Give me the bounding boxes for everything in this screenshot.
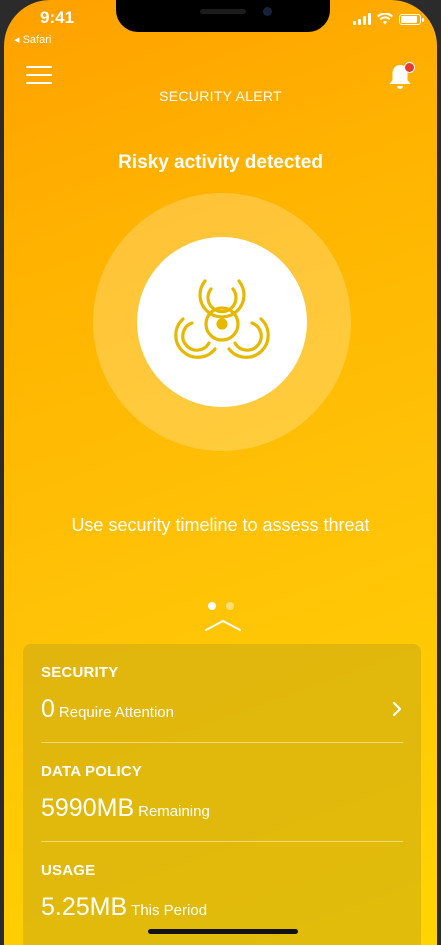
page-dot[interactable] (225, 602, 234, 610)
alert-message: Use security timeline to assess threat (71, 515, 370, 535)
back-to-app-link[interactable]: ◂ Safari (14, 33, 51, 46)
notifications-button[interactable] (387, 60, 415, 92)
cellular-signal-icon (353, 13, 371, 25)
alert-icon-container (137, 237, 307, 407)
page-title: SECURITY ALERT (159, 88, 282, 104)
app-screen: 9:41 ◂ Safari SECURITY ALERT Risky activ… (4, 0, 437, 945)
usage-label: USAGE (41, 862, 96, 879)
divider (41, 841, 403, 842)
front-camera (263, 7, 272, 16)
data-policy-value: 5990MB (41, 794, 135, 822)
data-policy-unit: Remaining (138, 803, 210, 820)
security-unit: Require Attention (58, 704, 174, 721)
usage-section: USAGE 5.25MB This Period (41, 862, 403, 922)
status-time: 9:41 (40, 8, 75, 27)
biohazard-icon (174, 279, 270, 359)
phone-frame: 9:41 ◂ Safari SECURITY ALERT Risky activ… (0, 0, 441, 945)
chevron-right-icon[interactable] (391, 700, 403, 718)
chevron-up-icon[interactable] (203, 617, 243, 633)
usage-value: 5.25MB (41, 893, 128, 921)
summary-card: SECURITY 0 Require Attention DATA POLICY … (23, 644, 421, 945)
security-value: 0 (41, 695, 55, 723)
status-icons (353, 13, 424, 25)
page-indicator (4, 602, 437, 610)
battery-icon (399, 13, 424, 25)
page-dot-active[interactable] (207, 602, 216, 610)
notification-badge (404, 62, 415, 73)
security-label: SECURITY (41, 664, 119, 681)
data-policy-section: DATA POLICY 5990MB Remaining (41, 763, 403, 823)
security-section[interactable]: SECURITY 0 Require Attention (41, 664, 403, 724)
alert-title: Risky activity detected (118, 152, 323, 173)
divider (41, 742, 403, 743)
device-notch (116, 0, 330, 32)
speaker-grille (200, 9, 246, 14)
wifi-icon (377, 13, 393, 25)
home-indicator[interactable] (148, 929, 298, 934)
data-policy-label: DATA POLICY (41, 763, 143, 780)
menu-button[interactable] (26, 66, 52, 86)
usage-unit: This Period (131, 902, 208, 919)
